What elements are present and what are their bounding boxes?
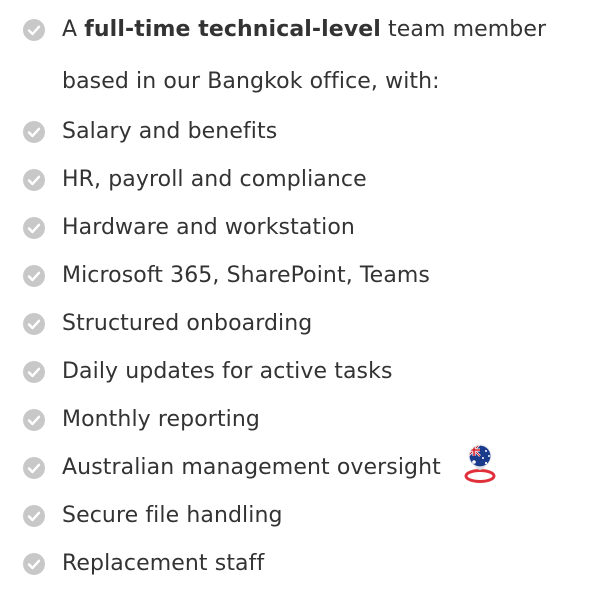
list-item-label: Salary and benefits: [62, 119, 278, 144]
list-item-label: Daily updates for active tasks: [62, 359, 393, 384]
list-item-label: Australian management oversight: [62, 455, 441, 480]
list-item-hr: HR, payroll and compliance: [22, 156, 582, 204]
intro-bold-text: full-time technical-level: [84, 17, 381, 42]
intro-item: A full-time technical-level team member …: [22, 4, 582, 108]
list-item-label: Structured onboarding: [62, 311, 313, 336]
list-item-secure-files: Secure file handling: [22, 492, 582, 540]
check-circle-icon: [22, 552, 46, 576]
list-item-daily-updates: Daily updates for active tasks: [22, 348, 582, 396]
list-item-label: Replacement staff: [62, 551, 265, 576]
check-circle-icon: [22, 18, 46, 42]
check-circle-icon: [22, 264, 46, 288]
list-item-microsoft: Microsoft 365, SharePoint, Teams: [22, 252, 582, 300]
feature-list: A full-time technical-level team member …: [22, 4, 582, 588]
check-circle-icon: [22, 360, 46, 384]
check-circle-icon: [22, 168, 46, 192]
list-item-label: Secure file handling: [62, 503, 283, 528]
check-circle-icon: [22, 120, 46, 144]
list-item-onboarding: Structured onboarding: [22, 300, 582, 348]
list-item-label: HR, payroll and compliance: [62, 167, 367, 192]
check-circle-icon: [22, 504, 46, 528]
list-item-label: Monthly reporting: [62, 407, 260, 432]
check-circle-icon: [22, 216, 46, 240]
intro-prefix: A: [62, 17, 78, 42]
check-circle-icon: [22, 312, 46, 336]
check-circle-icon: [22, 456, 46, 480]
list-item-oversight: Australian management oversight: [22, 444, 582, 492]
list-item-monthly-reporting: Monthly reporting: [22, 396, 582, 444]
list-item-label: Hardware and workstation: [62, 215, 355, 240]
list-item-label: Microsoft 365, SharePoint, Teams: [62, 263, 430, 288]
check-circle-icon: [22, 408, 46, 432]
list-item-replacement-staff: Replacement staff: [22, 540, 582, 588]
list-item-hardware: Hardware and workstation: [22, 204, 582, 252]
australia-flag-pin-icon: [462, 443, 498, 483]
list-item-salary: Salary and benefits: [22, 108, 582, 156]
